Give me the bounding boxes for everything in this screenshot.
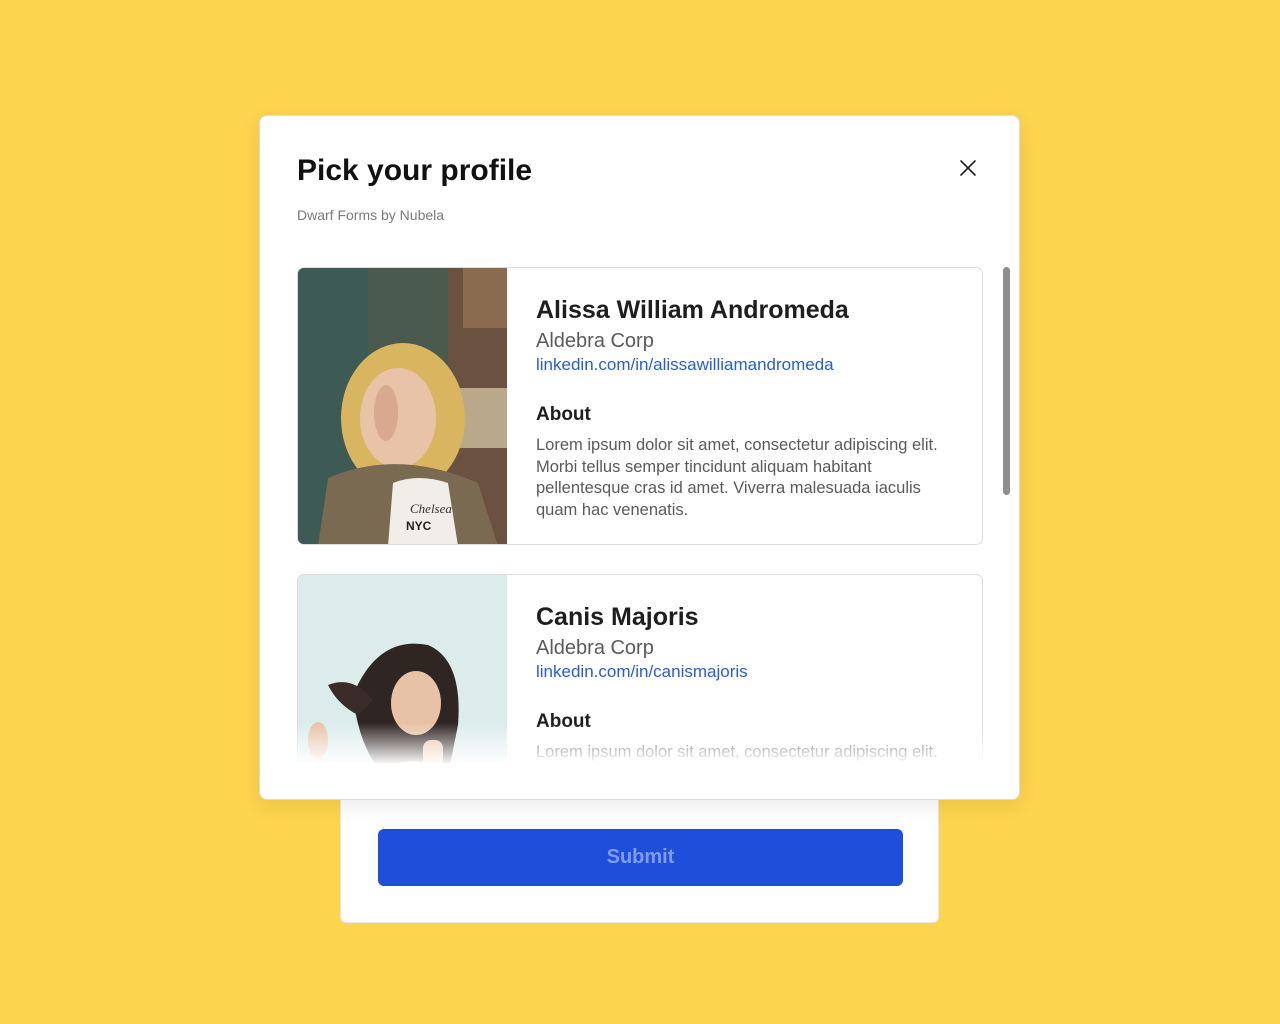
profile-linkedin-link[interactable]: linkedin.com/in/canismajoris [536,661,956,683]
submit-button[interactable]: Submit [378,829,903,886]
profile-company: Aldebra Corp [536,330,654,352]
svg-text:NYC: NYC [406,519,432,533]
profile-photo [298,575,507,763]
profile-card[interactable]: Chelsea NYC Alissa William Andromeda Ald… [297,267,983,545]
profile-company: Aldebra Corp [536,637,654,659]
about-heading: About [536,711,591,732]
close-icon [960,160,976,176]
modal-title: Pick your profile [297,154,533,187]
scrollbar-thumb[interactable] [1003,267,1010,495]
profile-picker-modal: Pick your profile Dwarf Forms by Nubela [259,115,1020,800]
about-heading: About [536,404,591,425]
profile-name: Canis Majoris [536,603,699,631]
profile-card[interactable]: Canis Majoris Aldebra Corp linkedin.com/… [297,574,983,763]
profile-list[interactable]: Chelsea NYC Alissa William Andromeda Ald… [297,267,983,763]
modal-subtitle: Dwarf Forms by Nubela [297,207,445,223]
svg-text:Chelsea: Chelsea [410,501,452,516]
profile-photo: Chelsea NYC [298,268,507,544]
profile-name: Alissa William Andromeda [536,296,849,324]
about-text: Lorem ipsum dolor sit amet, consectetur … [536,743,938,761]
close-button[interactable] [956,156,980,180]
about-text: Lorem ipsum dolor sit amet, consectetur … [536,436,938,519]
profile-linkedin-link[interactable]: linkedin.com/in/alissawilliamandromeda [536,354,956,376]
